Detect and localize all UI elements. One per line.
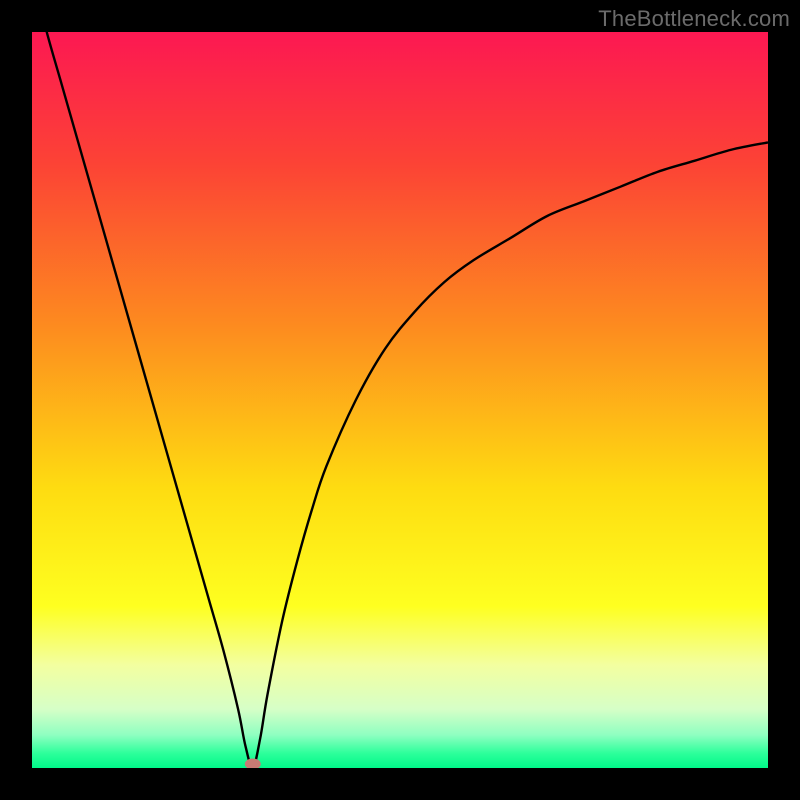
attribution-text: TheBottleneck.com	[598, 6, 790, 32]
curve-layer	[32, 32, 768, 768]
bottleneck-curve	[32, 32, 768, 768]
chart-frame: TheBottleneck.com	[0, 0, 800, 800]
minimum-marker	[245, 759, 261, 769]
plot-area	[32, 32, 768, 768]
